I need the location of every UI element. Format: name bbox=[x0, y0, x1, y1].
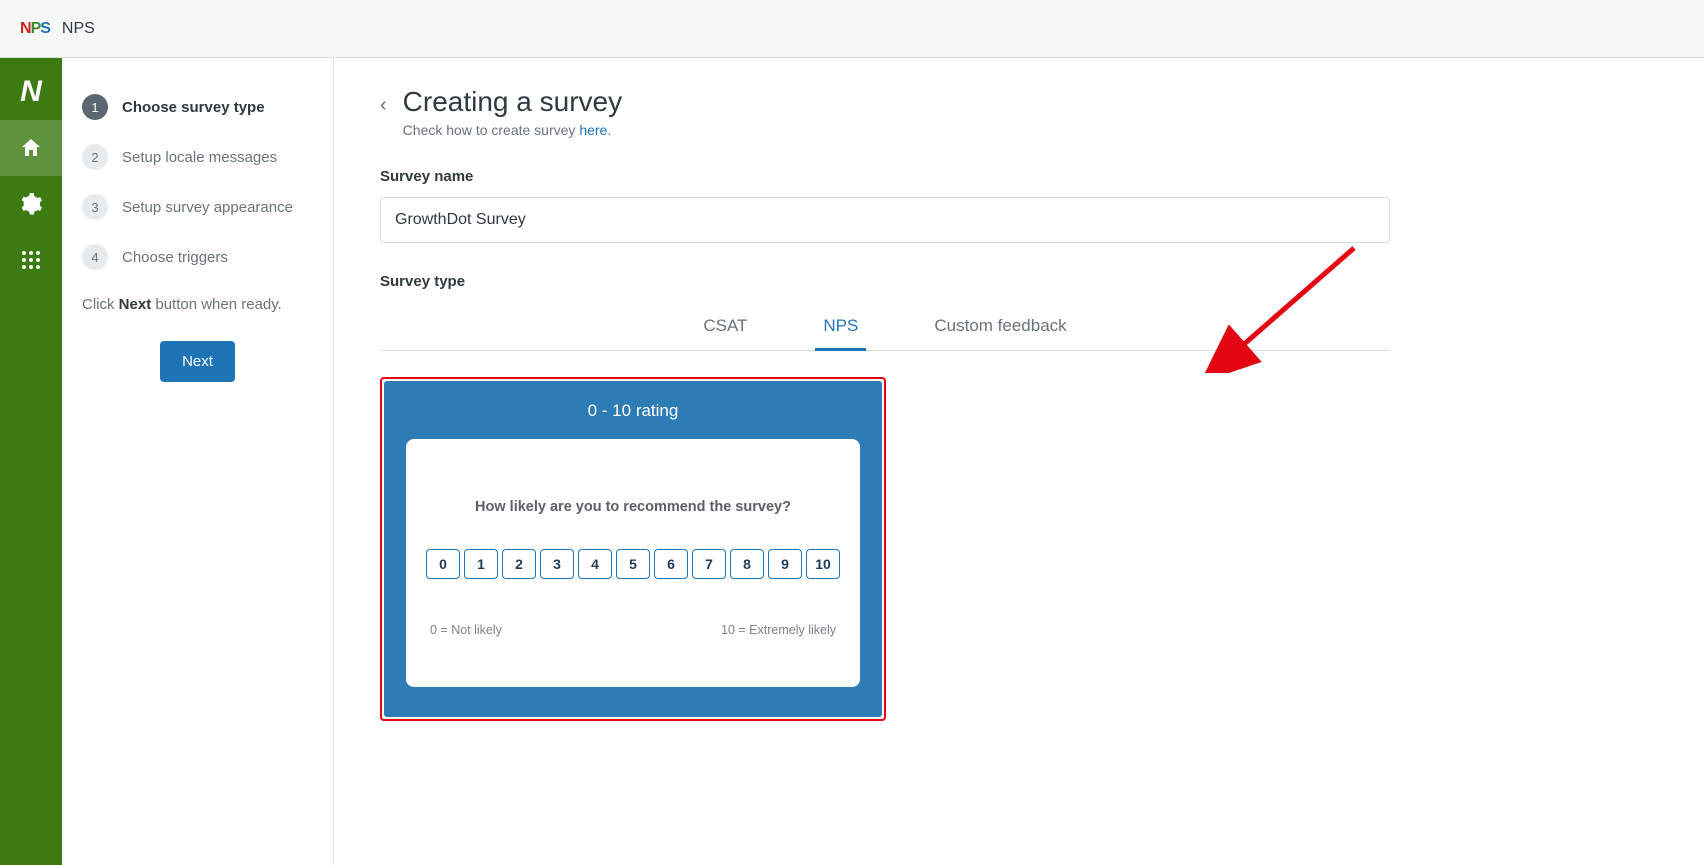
next-button[interactable]: Next bbox=[160, 341, 235, 382]
wizard-step-label: Choose survey type bbox=[122, 99, 265, 116]
rating-button[interactable]: 4 bbox=[578, 549, 612, 579]
main-content: ‹ Creating a survey Check how to create … bbox=[334, 58, 1704, 865]
nav-settings[interactable] bbox=[0, 176, 62, 232]
wizard-sidebar: 1 Choose survey type 2 Setup locale mess… bbox=[62, 58, 334, 865]
home-icon bbox=[19, 136, 43, 160]
wizard-step-4[interactable]: 4 Choose triggers bbox=[82, 232, 313, 282]
vertical-nav: N bbox=[0, 58, 62, 865]
nav-apps[interactable] bbox=[0, 232, 62, 288]
wizard-step-number: 3 bbox=[82, 194, 108, 220]
tab-csat[interactable]: CSAT bbox=[695, 306, 755, 351]
nav-home[interactable] bbox=[0, 120, 62, 176]
wizard-hint: Click Next button when ready. bbox=[82, 296, 313, 313]
rating-button[interactable]: 3 bbox=[540, 549, 574, 579]
gear-icon bbox=[19, 192, 43, 216]
wizard-step-2[interactable]: 2 Setup locale messages bbox=[82, 132, 313, 182]
wizard-step-1[interactable]: 1 Choose survey type bbox=[82, 82, 313, 132]
wizard-step-number: 1 bbox=[82, 94, 108, 120]
wizard-step-number: 2 bbox=[82, 144, 108, 170]
survey-name-input[interactable] bbox=[380, 197, 1390, 243]
rating-legend-low: 0 = Not likely bbox=[430, 623, 502, 637]
wizard-step-number: 4 bbox=[82, 244, 108, 270]
topbar: NPS NPS bbox=[0, 0, 1704, 58]
page-subtitle: Check how to create survey here. bbox=[403, 122, 622, 138]
wizard-step-label: Setup survey appearance bbox=[122, 199, 293, 216]
app-name: NPS bbox=[62, 20, 95, 38]
preview-question: How likely are you to recommend the surv… bbox=[426, 499, 840, 515]
help-link[interactable]: here bbox=[579, 122, 607, 138]
rating-button[interactable]: 6 bbox=[654, 549, 688, 579]
rating-button[interactable]: 2 bbox=[502, 549, 536, 579]
survey-name-label: Survey name bbox=[380, 168, 1390, 185]
survey-type-label: Survey type bbox=[380, 273, 1390, 290]
rating-button[interactable]: 1 bbox=[464, 549, 498, 579]
apps-icon bbox=[19, 248, 43, 272]
wizard-step-label: Setup locale messages bbox=[122, 149, 277, 166]
rating-button[interactable]: 7 bbox=[692, 549, 726, 579]
survey-type-tabs: CSAT NPS Custom feedback bbox=[380, 306, 1390, 351]
survey-preview: 0 - 10 rating How likely are you to reco… bbox=[380, 377, 886, 721]
back-chevron-icon[interactable]: ‹ bbox=[380, 94, 387, 117]
preview-caption: 0 - 10 rating bbox=[406, 401, 860, 421]
wizard-step-3[interactable]: 3 Setup survey appearance bbox=[82, 182, 313, 232]
rating-button[interactable]: 5 bbox=[616, 549, 650, 579]
wizard-step-label: Choose triggers bbox=[122, 249, 228, 266]
rating-button[interactable]: 8 bbox=[730, 549, 764, 579]
rating-legend-high: 10 = Extremely likely bbox=[721, 623, 836, 637]
rating-row: 0 1 2 3 4 5 6 7 8 9 10 bbox=[426, 549, 840, 579]
nav-brand[interactable]: N bbox=[0, 64, 62, 120]
rating-button[interactable]: 0 bbox=[426, 549, 460, 579]
rating-button[interactable]: 9 bbox=[768, 549, 802, 579]
rating-button[interactable]: 10 bbox=[806, 549, 840, 579]
brand-logo: NPS bbox=[20, 20, 50, 38]
tab-custom-feedback[interactable]: Custom feedback bbox=[926, 306, 1074, 351]
tab-nps[interactable]: NPS bbox=[815, 306, 866, 351]
page-title: Creating a survey bbox=[403, 86, 622, 118]
